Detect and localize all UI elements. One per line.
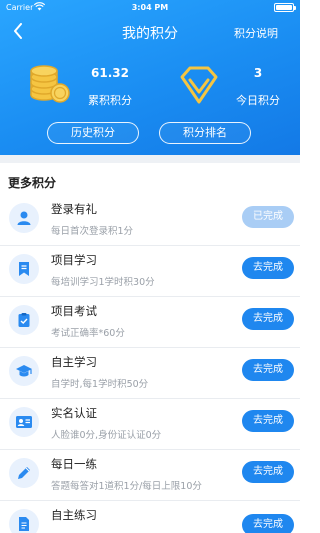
today-points-label: 今日积分 bbox=[236, 94, 280, 107]
total-points-value: 61.32 bbox=[91, 66, 129, 80]
task-row: 每日一练 答题每答对1道积1分/每日上限10分 去完成 bbox=[0, 451, 300, 501]
task-desc: 自学时,每1学时积50分 bbox=[51, 379, 149, 390]
total-points-stat: 61.32 累积积分 bbox=[28, 62, 138, 112]
task-action-button[interactable]: 已完成 bbox=[242, 206, 294, 228]
task-name: 实名认证 bbox=[51, 406, 97, 420]
clipboard-check-icon bbox=[9, 305, 39, 335]
task-action-button[interactable]: 去完成 bbox=[242, 410, 294, 432]
total-points-label: 累积积分 bbox=[88, 94, 132, 107]
task-action-button[interactable]: 去完成 bbox=[242, 308, 294, 330]
today-points-value: 3 bbox=[253, 66, 263, 80]
task-row: 自主练习 去完成 bbox=[0, 502, 300, 533]
bookmark-icon bbox=[9, 254, 39, 284]
nav-bar: 我的积分 积分说明 bbox=[0, 16, 300, 46]
task-name: 项目学习 bbox=[51, 253, 97, 267]
section-divider bbox=[0, 155, 300, 163]
task-name: 每日一练 bbox=[51, 457, 97, 471]
graduation-cap-icon bbox=[9, 356, 39, 386]
history-points-button[interactable]: 历史积分 bbox=[47, 122, 139, 144]
task-action-button[interactable]: 去完成 bbox=[242, 461, 294, 483]
diamond-icon bbox=[176, 62, 222, 108]
status-time: 3:04 PM bbox=[131, 3, 169, 12]
section-title: 更多积分 bbox=[8, 176, 57, 190]
points-rules-link[interactable]: 积分说明 bbox=[234, 25, 278, 41]
task-row: 登录有礼 每日首次登录积1分 已完成 bbox=[0, 196, 300, 246]
task-action-button[interactable]: 去完成 bbox=[242, 514, 294, 533]
coins-icon bbox=[28, 62, 74, 108]
task-desc: 人脸谁0分,身份证认证0分 bbox=[51, 430, 162, 441]
task-row: 自主学习 自学时,每1学时积50分 去完成 bbox=[0, 349, 300, 399]
points-ranking-button[interactable]: 积分排名 bbox=[159, 122, 251, 144]
user-icon bbox=[9, 203, 39, 233]
task-desc: 考试正确率*60分 bbox=[51, 328, 125, 339]
pencil-icon bbox=[9, 458, 39, 488]
points-header: Carrier 3:04 PM 我的积分 积分说明 61.32 累积积分 3 今… bbox=[0, 0, 300, 155]
task-action-button[interactable]: 去完成 bbox=[242, 257, 294, 279]
task-action-button[interactable]: 去完成 bbox=[242, 359, 294, 381]
battery-icon bbox=[274, 3, 296, 12]
today-points-stat: 3 今日积分 bbox=[176, 62, 286, 112]
task-row: 实名认证 人脸谁0分,身份证认证0分 去完成 bbox=[0, 400, 300, 450]
task-desc: 答题每答对1道积1分/每日上限10分 bbox=[51, 481, 202, 492]
document-icon bbox=[9, 509, 39, 533]
task-name: 自主练习 bbox=[51, 508, 97, 522]
status-bar: Carrier 3:04 PM bbox=[0, 0, 300, 16]
task-desc: 每日首次登录积1分 bbox=[51, 226, 134, 237]
task-name: 自主学习 bbox=[51, 355, 97, 369]
task-row: 项目学习 每培训学习1学时积30分 去完成 bbox=[0, 247, 300, 297]
task-desc: 每培训学习1学时积30分 bbox=[51, 277, 155, 288]
task-name: 登录有礼 bbox=[51, 202, 97, 216]
task-row: 项目考试 考试正确率*60分 去完成 bbox=[0, 298, 300, 348]
id-card-icon bbox=[9, 407, 39, 437]
task-name: 项目考试 bbox=[51, 304, 97, 318]
